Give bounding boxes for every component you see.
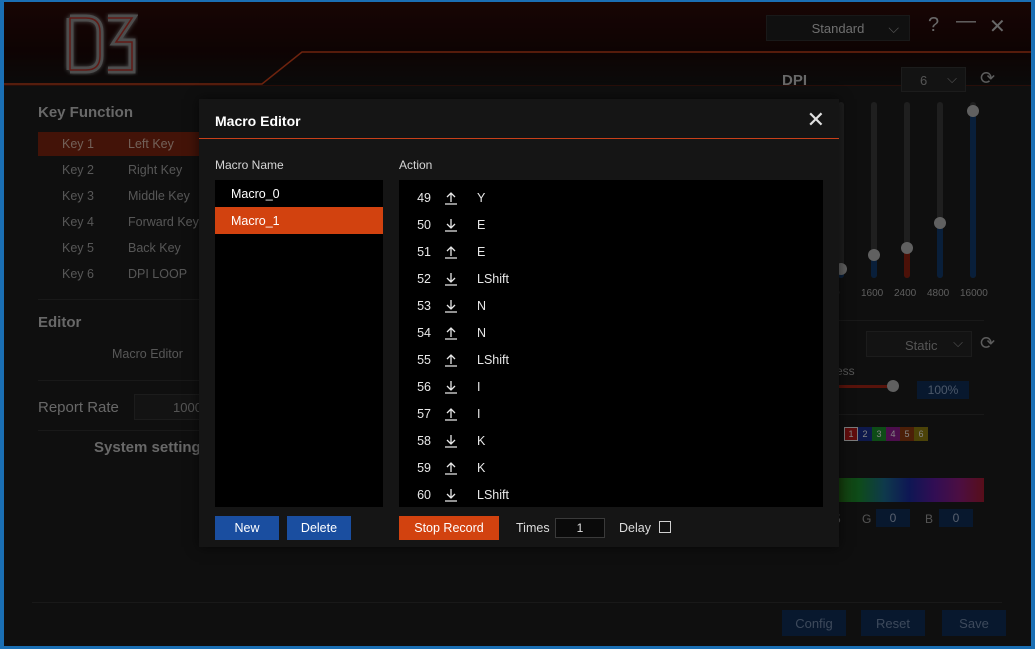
action-key: I [477,379,481,394]
action-key: N [477,325,487,340]
dialog-title-divider [199,138,839,139]
dialog-title: Macro Editor [215,113,301,129]
action-key: Y [477,190,486,205]
key-down-icon [431,218,471,232]
delay-label: Delay [619,521,651,535]
action-number: 49 [417,190,431,205]
action-row[interactable]: 58 K [399,427,823,454]
delete-macro-button[interactable]: Delete [287,516,351,540]
times-label: Times [516,521,550,535]
action-row[interactable]: 52 LShift [399,265,823,292]
action-number: 53 [417,298,431,313]
action-row[interactable]: 51 E [399,238,823,265]
action-key: I [477,406,481,421]
action-row[interactable]: 60 LShift [399,481,823,507]
key-down-icon [431,380,471,394]
macro-editor-dialog: Macro Editor ✕ Macro Name Action Macro_0… [199,99,839,547]
app-window: Standard ⌵ ? — ✕ Key Function Key 1 Left … [4,2,1031,646]
action-number: 56 [417,379,431,394]
action-key: E [477,244,486,259]
action-row[interactable]: 56 I [399,373,823,400]
key-down-icon [431,488,471,502]
action-number: 59 [417,460,431,475]
key-down-icon [431,299,471,313]
action-key: K [477,433,486,448]
action-number: 58 [417,433,431,448]
action-key: LShift [477,352,509,367]
action-list: 49 Y 50 E 51 E 52 LShift 53 N 54 N 55 LShift 56 I 57 I 58 K… [399,180,823,507]
action-number: 55 [417,352,431,367]
key-up-icon [431,191,471,205]
macro-list: Macro_0 Macro_1 [215,180,383,507]
action-number: 54 [417,325,431,340]
key-down-icon [431,272,471,286]
action-row[interactable]: 54 N [399,319,823,346]
macro-name-label: Macro Name [215,158,284,172]
action-number: 60 [417,487,431,502]
stop-record-button[interactable]: Stop Record [399,516,499,540]
action-key: N [477,298,487,313]
action-key: LShift [477,487,509,502]
delay-checkbox[interactable] [659,521,671,533]
key-up-icon [431,245,471,259]
action-number: 50 [417,217,431,232]
action-key: LShift [477,271,509,286]
key-up-icon [431,407,471,421]
action-number: 52 [417,271,431,286]
action-label: Action [399,158,433,172]
action-key: K [477,460,486,475]
close-icon[interactable]: ✕ [807,109,825,131]
action-number: 57 [417,406,431,421]
action-row[interactable]: 57 I [399,400,823,427]
action-number: 51 [417,244,431,259]
action-row[interactable]: 55 LShift [399,346,823,373]
action-row[interactable]: 50 E [399,211,823,238]
key-down-icon [431,434,471,448]
action-row[interactable]: 53 N [399,292,823,319]
times-input[interactable] [555,518,605,538]
macro-list-item[interactable]: Macro_1 [215,207,383,234]
macro-list-item[interactable]: Macro_0 [215,180,383,207]
key-up-icon [431,326,471,340]
key-up-icon [431,461,471,475]
action-key: E [477,217,486,232]
new-macro-button[interactable]: New [215,516,279,540]
action-row[interactable]: 59 K [399,454,823,481]
action-row[interactable]: 49 Y [399,184,823,211]
key-up-icon [431,353,471,367]
